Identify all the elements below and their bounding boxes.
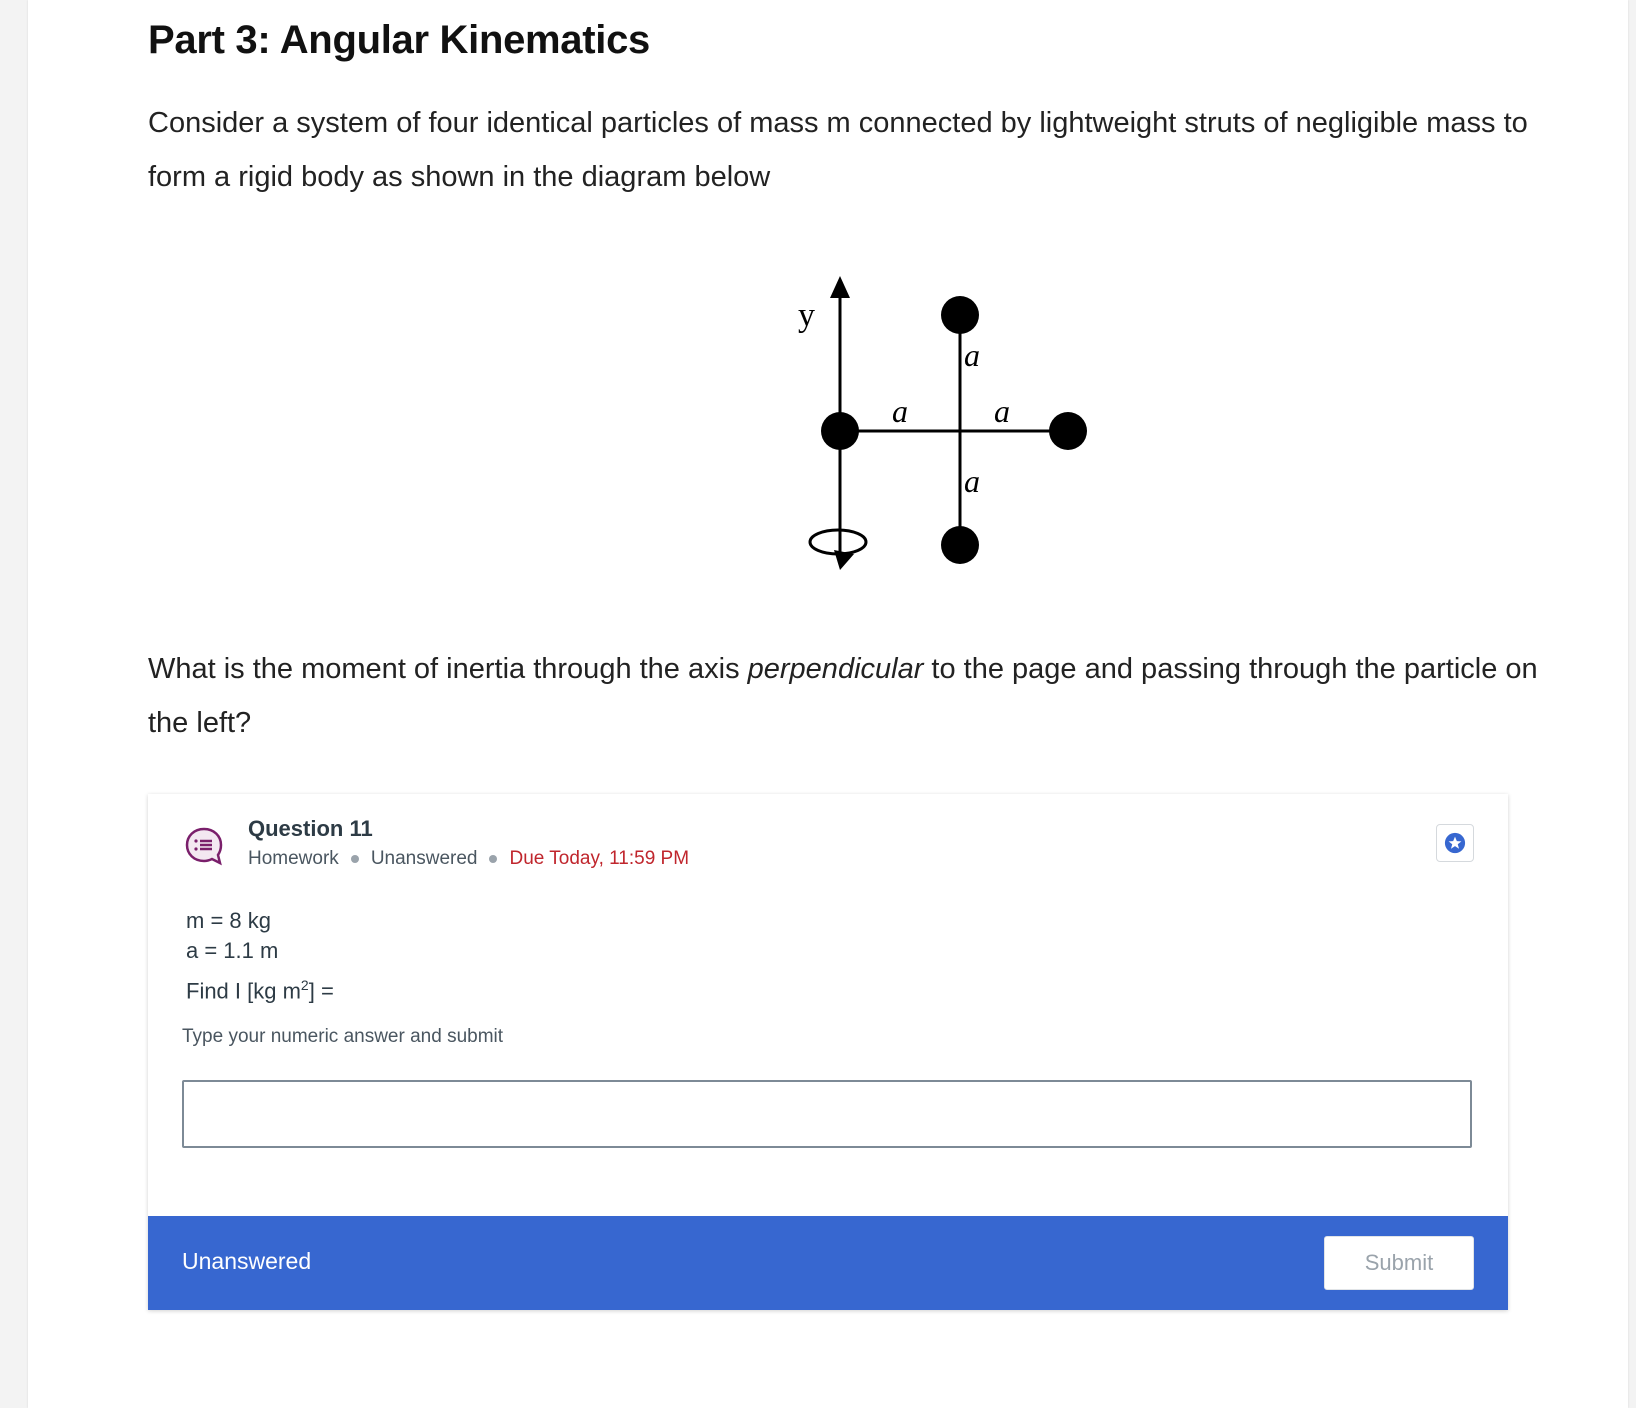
particle-left <box>821 412 859 450</box>
question-status: Unanswered <box>370 848 478 869</box>
label-a-right: a <box>994 393 1010 429</box>
question-due-date: Due Today, 11:59 PM <box>509 848 690 869</box>
particle-top <box>941 296 979 334</box>
y-axis-label: y <box>798 297 815 334</box>
find-exponent: 2 <box>300 977 309 993</box>
question-type: Homework <box>248 848 339 869</box>
separator-dot <box>489 855 498 863</box>
label-a-bottom: a <box>964 463 980 499</box>
question-givens: m = 8 kg a = 1.1 m Find I [kg m2] = <box>186 906 334 1006</box>
star-icon <box>1444 832 1466 854</box>
footer-status: Unanswered <box>182 1248 312 1274</box>
given-length: a = 1.1 m <box>186 938 279 963</box>
particle-right <box>1049 412 1087 450</box>
problem-intro: Consider a system of four identical part… <box>148 107 1528 193</box>
find-statement: Find I [kg m2] = <box>186 970 334 1006</box>
question-title: Question 11 <box>248 816 373 841</box>
question-meta: Homework Unanswered Due Today, 11:59 PM <box>248 848 689 870</box>
question-text-emphasis: perpendicular <box>747 653 924 685</box>
separator-dot <box>350 855 359 863</box>
label-a-left: a <box>892 393 908 429</box>
particle-bottom <box>941 526 979 564</box>
answer-instruction: Type your numeric answer and submit <box>182 1026 504 1047</box>
question-text-before: What is the moment of inertia through th… <box>148 653 748 685</box>
problem-question: What is the moment of inertia through th… <box>148 642 1548 750</box>
label-a-top: a <box>964 337 980 373</box>
question-footer: Unanswered Submit <box>148 1216 1508 1310</box>
y-axis-arrowhead <box>830 276 850 298</box>
find-suffix: ] = <box>308 978 334 1004</box>
find-prefix: Find I [kg m <box>186 978 301 1004</box>
rotation-indicator <box>808 528 868 556</box>
numeric-answer-input[interactable] <box>182 1080 1472 1148</box>
page-title: Part 3: Angular Kinematics <box>148 18 650 62</box>
page: Part 3: Angular Kinematics Consider a sy… <box>28 0 1628 1408</box>
rigid-body-diagram: y a a a a <box>798 276 1087 570</box>
submit-button[interactable]: Submit <box>1324 1236 1474 1290</box>
given-mass: m = 8 kg <box>186 908 271 933</box>
question-card: Question 11 Homework Unanswered Due Toda… <box>148 794 1508 1310</box>
bookmark-button[interactable] <box>1436 824 1474 862</box>
question-list-icon <box>185 827 223 866</box>
